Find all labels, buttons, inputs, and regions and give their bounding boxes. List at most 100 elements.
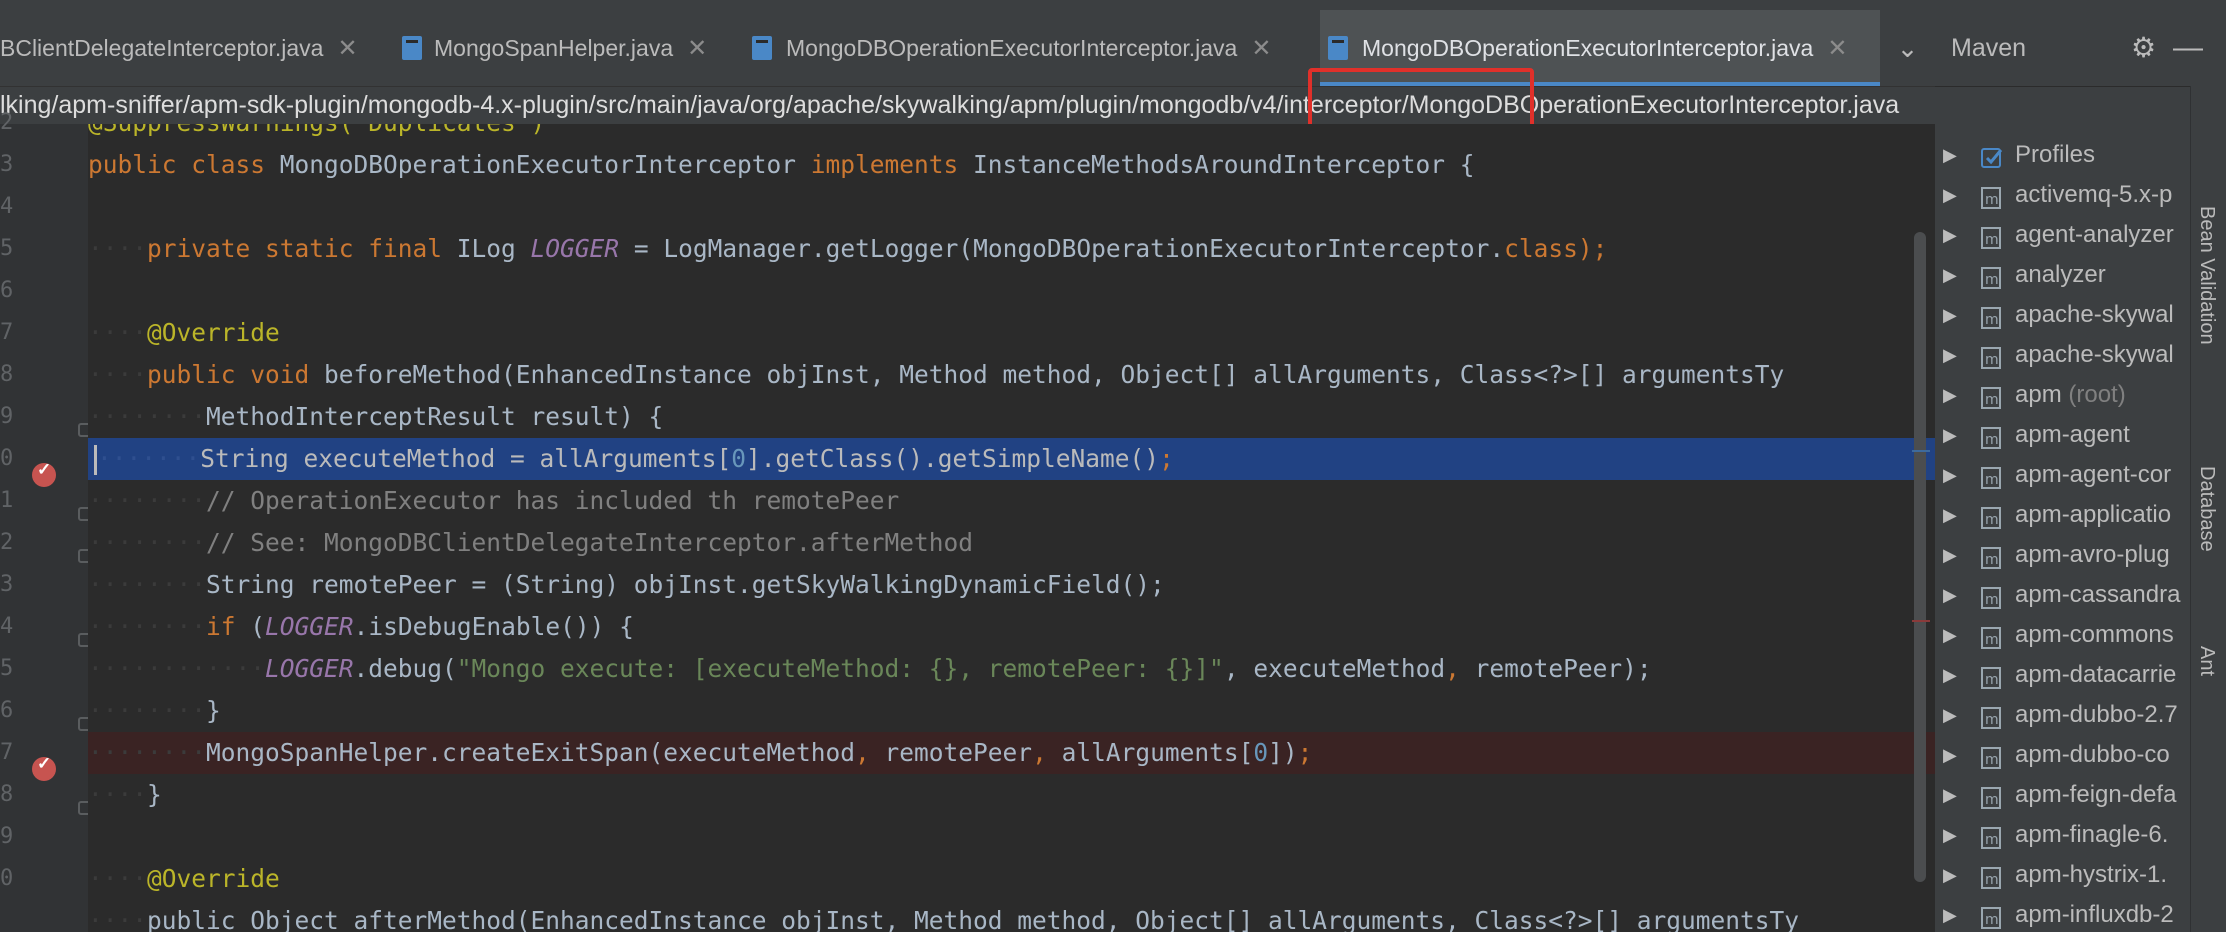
maven-module-icon: m [1981,823,2003,849]
tree-item-profiles[interactable]: ▶ Profiles [1935,135,2190,175]
close-icon[interactable]: ✕ [1251,34,1271,63]
maven-module-icon: m [1981,903,2003,929]
expand-arrow-icon[interactable]: ▶ [1943,415,1957,455]
expand-arrow-icon[interactable]: ▶ [1943,535,1957,575]
tab-operation-executor-interceptor[interactable]: MongoDBOperationExecutorInterceptor.java… [748,10,1308,86]
expand-arrow-icon[interactable]: ▶ [1943,255,1957,295]
tree-item-module[interactable]: ▶ m apm-dubbo-2.7 [1935,695,2190,735]
expand-arrow-icon[interactable]: ▶ [1943,495,1957,535]
breakpoint-icon[interactable] [32,460,56,487]
expand-arrow-icon[interactable]: ▶ [1943,175,1957,215]
expand-arrow-icon[interactable]: ▶ [1943,655,1957,695]
close-icon[interactable]: ✕ [337,34,357,63]
expand-arrow-icon[interactable]: ▶ [1943,815,1957,855]
close-icon[interactable]: ✕ [1827,34,1847,63]
code-text: MethodInterceptResult result) { [206,402,664,431]
expand-arrow-icon[interactable]: ▶ [1943,455,1957,495]
tree-item-module[interactable]: ▶ m apm-feign-defa [1935,775,2190,815]
code-text: , [1032,738,1047,767]
maven-module-icon: m [1981,463,2003,489]
keyword: class [1504,234,1578,263]
expand-arrow-icon[interactable]: ▶ [1943,615,1957,655]
expand-arrow-icon[interactable]: ▶ [1943,695,1957,735]
expand-arrow-icon[interactable]: ▶ [1943,215,1957,255]
expand-arrow-icon[interactable]: ▶ [1943,335,1957,375]
close-icon[interactable]: ✕ [687,34,707,63]
keyword: implements [810,150,959,179]
code-line: ····} [88,780,162,809]
expand-arrow-icon[interactable]: ▶ [1943,135,1957,175]
keyword: private static final [147,234,443,263]
expand-arrow-icon[interactable]: ▶ [1943,735,1957,775]
field: LOGGER [265,612,354,641]
gear-icon[interactable]: ⚙ [2131,10,2156,86]
tree-item-label: apm-commons [2015,621,2174,648]
svg-text:m: m [1985,192,1999,208]
string: "Mongo execute: [executeMethod: {}, remo… [456,654,1224,683]
tree-item-label: agent-analyzer [2015,221,2174,248]
code-line: ····private static final ILog LOGGER = L… [88,234,1608,263]
tree-item-module[interactable]: ▶ m apm-dubbo-co [1935,735,2190,775]
side-tab-bean-validation[interactable]: Bean Validation [2195,206,2218,345]
code-text: remotePeer [869,738,1033,767]
expand-arrow-icon[interactable]: ▶ [1943,375,1957,415]
code-text: , [855,738,870,767]
tab-mongo-span-helper[interactable]: MongoSpanHelper.java ✕ [400,10,707,86]
tree-item-label: activemq-5.x-p [2015,181,2173,208]
editor-tab-bar: BClientDelegateInterceptor.java ✕ MongoS… [0,10,1935,87]
tree-item-module[interactable]: ▶ m apm-agent-cor [1935,455,2190,495]
chevron-down-icon[interactable]: ⌄ [1880,10,1935,86]
tree-item-module[interactable]: ▶ m apm-commons [1935,615,2190,655]
tree-item-module[interactable]: ▶ m apm-applicatio [1935,495,2190,535]
expand-arrow-icon[interactable]: ▶ [1943,895,1957,932]
code-line: ····public void beforeMethod(EnhancedIns… [88,360,1785,389]
field: LOGGER [265,654,354,683]
line-number: 9 [0,824,14,849]
code-text: ILog [442,234,531,263]
tree-item-label: apm (root) [2015,375,2126,415]
svg-text:m: m [1985,272,1999,288]
line-number: 2 [0,530,14,555]
minimize-icon[interactable]: — [2173,10,2203,86]
maven-module-icon: m [1981,183,2003,209]
svg-text:m: m [1985,752,1999,768]
tab-label: MongoSpanHelper.java [434,34,674,61]
tree-item-module[interactable]: ▶ m apache-skywal [1935,295,2190,335]
java-file-icon [1324,33,1352,63]
tree-item-module[interactable]: ▶ m agent-analyzer [1935,215,2190,255]
tree-item-module[interactable]: ▶ m apache-skywal [1935,335,2190,375]
code-text: .isDebugEnable()) { [353,612,634,641]
expand-arrow-icon[interactable]: ▶ [1943,855,1957,895]
tree-item-module[interactable]: ▶ m apm-cassandra [1935,575,2190,615]
tree-item-module[interactable]: ▶ m apm-hystrix-1. [1935,855,2190,895]
tree-item-module[interactable]: ▶ m apm-influxdb-2 [1935,895,2190,932]
expand-arrow-icon[interactable]: ▶ [1943,575,1957,615]
maven-module-icon: m [1981,263,2003,289]
tree-item-module[interactable]: ▶ m apm-avro-plug [1935,535,2190,575]
svg-text:m: m [1985,312,1999,328]
tree-item-module[interactable]: ▶ m activemq-5.x-p [1935,175,2190,215]
code-text: ); [1577,234,1608,263]
code-text: beforeMethod(EnhancedInstance objInst, M… [309,360,1785,389]
maven-module-icon: m [1981,663,2003,689]
maven-module-icon: m [1981,503,2003,529]
svg-text:m: m [1985,872,1999,888]
vertical-scrollbar[interactable] [1914,232,1926,882]
tree-item-module[interactable]: ▶ m apm (root) [1935,375,2190,415]
svg-text:m: m [1985,632,1999,648]
expand-arrow-icon[interactable]: ▶ [1943,775,1957,815]
maven-module-icon: m [1981,423,2003,449]
tree-item-label: apache-skywal [2015,301,2174,328]
tree-item-module[interactable]: ▶ m apm-datacarrie [1935,655,2190,695]
side-tab-ant[interactable]: Ant [2195,646,2218,676]
tree-item-module[interactable]: ▶ m apm-agent [1935,415,2190,455]
tab-client-delegate-interceptor[interactable]: BClientDelegateInterceptor.java ✕ [0,10,378,86]
code-editor[interactable]: @SuppressWarnings("Duplicates") public c… [88,124,1935,932]
tree-item-module[interactable]: ▶ m apm-finagle-6. [1935,815,2190,855]
expand-arrow-icon[interactable]: ▶ [1943,295,1957,335]
side-tab-database[interactable]: Database [2195,466,2218,552]
line-number: 7 [0,740,14,765]
tab-label: BClientDelegateInterceptor.java [0,34,324,61]
tree-item-module[interactable]: ▶ m analyzer [1935,255,2190,295]
breakpoint-icon[interactable] [32,754,56,781]
